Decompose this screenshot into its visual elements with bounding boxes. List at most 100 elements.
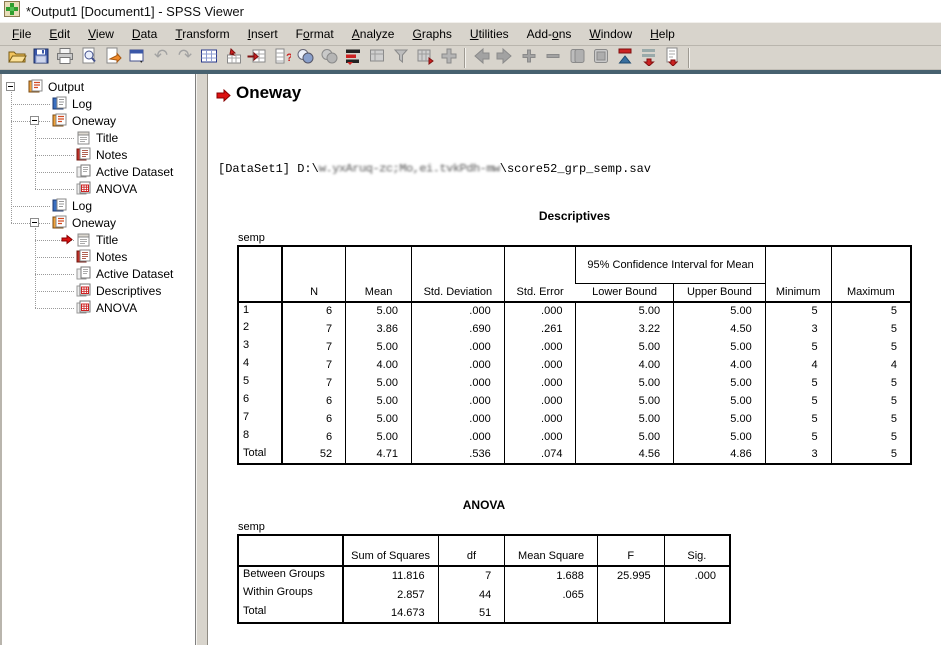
table-cell: 5.00	[576, 338, 674, 356]
table-cell: 44	[438, 585, 505, 604]
menu-view[interactable]: View	[79, 24, 123, 44]
save-button[interactable]	[29, 47, 53, 69]
toolbar-separator	[688, 48, 690, 68]
table-red-icon	[76, 181, 91, 199]
show-results-button[interactable]	[365, 47, 389, 69]
save-icon	[31, 46, 51, 69]
data-grid-button[interactable]	[197, 47, 221, 69]
insert-heading-button[interactable]	[661, 47, 685, 69]
tree-item-notes[interactable]: Notes	[2, 147, 195, 164]
demote-button[interactable]	[637, 47, 661, 69]
print-button[interactable]	[53, 47, 77, 69]
tree-item-title[interactable]: Title	[2, 232, 195, 249]
goto-data-button[interactable]	[221, 47, 245, 69]
select-circles-button[interactable]	[293, 47, 317, 69]
table-cell: 5.00	[576, 302, 674, 320]
menu-graphs[interactable]: Graphs	[403, 24, 460, 44]
nav-forward-button[interactable]	[493, 47, 517, 69]
show-all-button[interactable]	[565, 47, 589, 69]
panel-splitter[interactable]	[196, 74, 208, 645]
tree-item-title[interactable]: Title	[2, 130, 195, 147]
outline-size-button[interactable]	[589, 47, 613, 69]
open-button[interactable]	[5, 47, 29, 69]
circles-disabled-button[interactable]	[317, 47, 341, 69]
tree-item-notes[interactable]: Notes	[2, 249, 195, 266]
goto-case-button[interactable]	[245, 47, 269, 69]
main-area: OutputLogOnewayTitleNotesActive DatasetA…	[0, 74, 941, 645]
dataset-suffix: \score52_grp_semp.sav	[500, 162, 651, 176]
tree-item-descriptives[interactable]: Descriptives	[2, 283, 195, 300]
insert-object-icon	[439, 46, 459, 69]
expand-button[interactable]	[517, 47, 541, 69]
menu-insert[interactable]: Insert	[239, 24, 287, 44]
descriptives-title[interactable]: Descriptives	[237, 209, 912, 223]
table-cell: .000	[504, 302, 576, 320]
menu-addons[interactable]: Add-ons	[518, 24, 581, 44]
tree-item-log[interactable]: Log	[2, 198, 195, 215]
table-cell: 51	[438, 604, 505, 623]
redo-button[interactable]: ↷	[173, 47, 197, 69]
output-heading[interactable]: Oneway	[236, 83, 301, 103]
table-row-label: 2	[238, 320, 282, 338]
table-cell	[597, 604, 664, 623]
table-cell: 5	[831, 374, 911, 392]
descriptives-table[interactable]: NMeanStd. DeviationStd. Error95% Confide…	[237, 247, 912, 465]
menu-edit[interactable]: Edit	[40, 24, 79, 44]
menu-transform[interactable]: Transform	[166, 24, 238, 44]
print-preview-button[interactable]	[77, 47, 101, 69]
table-row-label: 6	[238, 392, 282, 410]
table-cell: .261	[504, 320, 576, 338]
tree-item-active-dataset[interactable]: Active Dataset	[2, 266, 195, 283]
tree-item-oneway[interactable]: Oneway	[2, 215, 195, 232]
table-cell: .000	[411, 302, 504, 320]
anova-table[interactable]: Sum of SquaresdfMean SquareFSig.Between …	[237, 536, 731, 624]
hide-results-button[interactable]	[389, 47, 413, 69]
tree-item-active-dataset[interactable]: Active Dataset	[2, 164, 195, 181]
tree-item-oneway[interactable]: Oneway	[2, 113, 195, 130]
tree-item-anova[interactable]: ANOVA	[2, 300, 195, 317]
tree-item-output[interactable]: Output	[2, 79, 195, 96]
dataset-path-line[interactable]: [DataSet1] D:\w.yxAruq-zc;Mo,ei.tvkPdh-m…	[218, 162, 651, 176]
corner-cell	[238, 247, 282, 302]
tree-item-anova[interactable]: ANOVA	[2, 181, 195, 198]
tree-expander-minus[interactable]	[30, 218, 39, 227]
table-cell: .000	[411, 392, 504, 410]
undo-button[interactable]: ↶	[149, 47, 173, 69]
table-cell: 4.56	[576, 446, 674, 464]
insert-chart-button[interactable]	[413, 47, 437, 69]
tree-item-label: Notes	[96, 148, 127, 162]
table-cell	[505, 604, 598, 623]
nav-back-button[interactable]	[469, 47, 493, 69]
tree-item-log[interactable]: Log	[2, 96, 195, 113]
table-red-icon	[76, 283, 91, 301]
tree-expander-minus[interactable]	[6, 82, 15, 91]
descriptives-block: Descriptives semp NMeanStd. DeviationStd…	[237, 209, 912, 465]
insert-object-button[interactable]	[437, 47, 461, 69]
menu-help[interactable]: Help	[641, 24, 684, 44]
menu-analyze[interactable]: Analyze	[343, 24, 404, 44]
table-row: 375.00.000.0005.005.0055	[238, 338, 911, 356]
menu-file[interactable]: File	[3, 24, 40, 44]
collapse-button[interactable]	[541, 47, 565, 69]
anova-pivot-table[interactable]: Sum of SquaresdfMean SquareFSig.Between …	[237, 536, 731, 624]
use-sets-button[interactable]	[341, 47, 365, 69]
nav-forward-icon	[495, 46, 515, 69]
variables-button[interactable]: ?	[269, 47, 293, 69]
table-row-label: 7	[238, 410, 282, 428]
descriptives-pivot-table[interactable]: NMeanStd. DeviationStd. Error95% Confide…	[237, 247, 912, 465]
menu-data[interactable]: Data	[123, 24, 166, 44]
promote-button[interactable]	[613, 47, 637, 69]
tree-item-label: Log	[72, 199, 92, 213]
table-cell: 2.857	[343, 585, 439, 604]
table-cell: 5	[831, 320, 911, 338]
menu-utilities[interactable]: Utilities	[461, 24, 518, 44]
anova-title[interactable]: ANOVA	[237, 498, 731, 512]
column-header: Minimum	[765, 247, 831, 302]
table-cell: 5.00	[346, 338, 412, 356]
tree-expander-minus[interactable]	[30, 116, 39, 125]
export-button[interactable]	[101, 47, 125, 69]
menu-window[interactable]: Window	[580, 24, 641, 44]
column-header: Std. Error	[504, 247, 576, 302]
menu-format[interactable]: Format	[287, 24, 343, 44]
recall-dialog-button[interactable]	[125, 47, 149, 69]
